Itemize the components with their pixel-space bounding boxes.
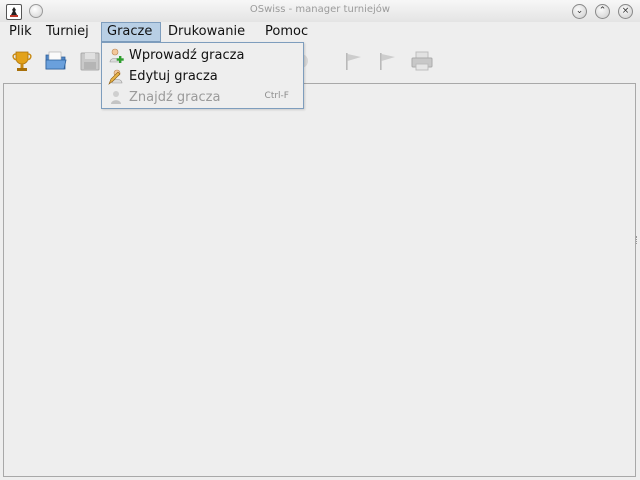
menu-turniej[interactable]: Turniej	[42, 22, 93, 42]
toolbar	[0, 43, 640, 81]
minimize-icon[interactable]: ⌄	[572, 4, 587, 19]
flag-icon[interactable]	[375, 48, 401, 74]
menu-item-wprowadz-gracza[interactable]: Wprowadź gracza	[102, 45, 303, 66]
open-folder-icon[interactable]	[43, 48, 69, 74]
menu-item-label: Znajdź gracza	[129, 90, 221, 105]
trophy-icon[interactable]	[9, 48, 35, 74]
maximize-icon[interactable]: ⌃	[595, 4, 610, 19]
main-content-panel	[3, 83, 636, 477]
save-icon[interactable]	[77, 48, 103, 74]
shortcut-label: Ctrl-F	[264, 91, 289, 101]
window-title: OSwiss - manager turniejów	[249, 4, 391, 15]
menu-drukowanie[interactable]: Drukowanie	[164, 22, 249, 42]
close-icon[interactable]: ×	[618, 4, 633, 19]
window-titlebar[interactable]: OSwiss - manager turniejów ⌄ ⌃ ×	[0, 0, 640, 23]
find-user-icon	[108, 89, 125, 106]
printer-icon[interactable]	[409, 48, 435, 74]
menu-item-znajdz-gracza[interactable]: Znajdź gracza Ctrl-F	[102, 87, 303, 108]
menu-item-edytuj-gracza[interactable]: Edytuj gracza	[102, 66, 303, 87]
menu-plik[interactable]: Plik	[5, 22, 36, 42]
menu-pomoc[interactable]: Pomoc	[261, 22, 312, 42]
edit-user-icon	[108, 68, 125, 85]
resize-grip[interactable]	[636, 236, 640, 244]
menu-gracze[interactable]: Gracze	[101, 22, 161, 42]
menu-bar: Plik Turniej Gracze Drukowanie Pomoc	[0, 22, 640, 43]
flag-icon[interactable]	[341, 48, 367, 74]
menu-item-label: Edytuj gracza	[129, 69, 218, 84]
add-user-icon	[108, 47, 125, 64]
gracze-dropdown-menu: Wprowadź gracza Edytuj gracza Znajdź gra…	[101, 42, 304, 109]
menu-item-label: Wprowadź gracza	[129, 48, 245, 63]
